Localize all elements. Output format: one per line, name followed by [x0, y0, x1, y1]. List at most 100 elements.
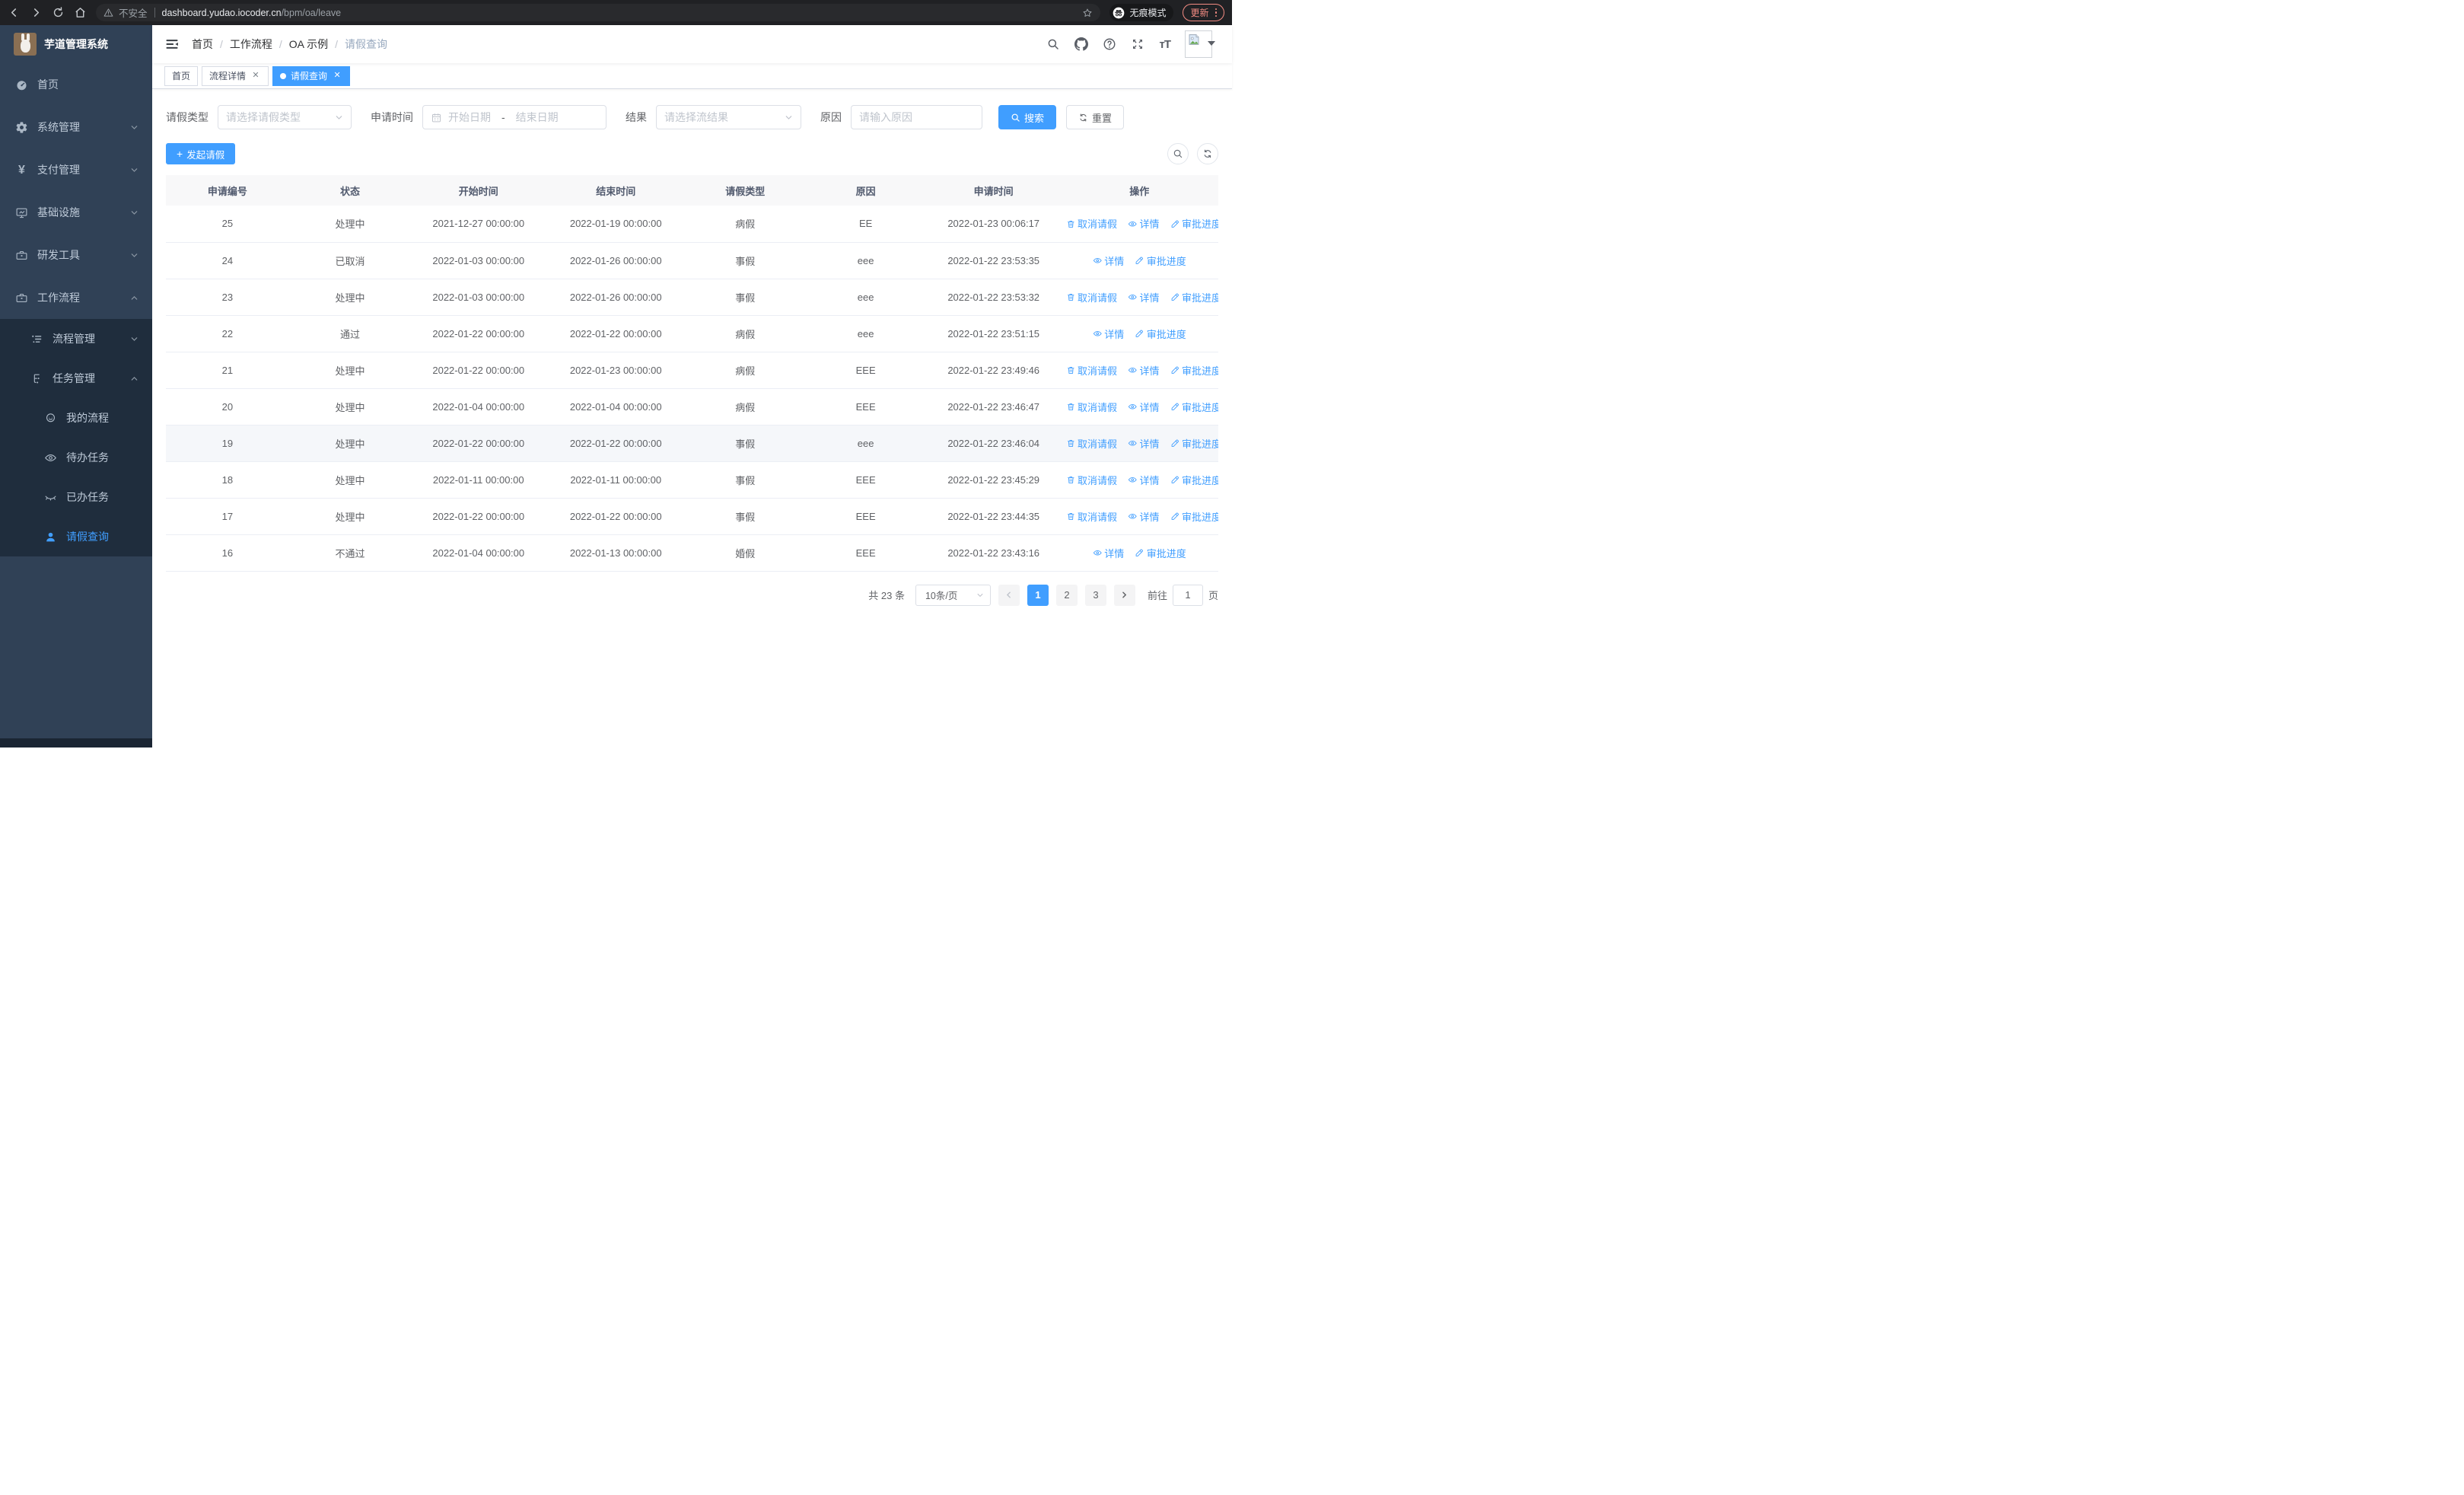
- cancel-leave-link[interactable]: 取消请假: [1066, 216, 1117, 231]
- close-icon[interactable]: ✕: [250, 71, 261, 81]
- back-icon[interactable]: [8, 6, 21, 19]
- col-header-type: 请假类型: [686, 175, 805, 206]
- detail-link[interactable]: 详情: [1128, 363, 1160, 378]
- reason-input[interactable]: 请输入原因: [851, 105, 982, 129]
- cell-end: 2022-01-26 00:00:00: [546, 242, 686, 279]
- app-logo: 芋道管理系统: [0, 25, 152, 63]
- avatar-menu-caret[interactable]: [1208, 41, 1215, 46]
- eye-icon: [1093, 257, 1102, 263]
- approval-progress-link[interactable]: 审批进度: [1135, 327, 1186, 341]
- detail-link[interactable]: 详情: [1128, 509, 1160, 524]
- cancel-leave-link[interactable]: 取消请假: [1066, 436, 1117, 451]
- cancel-leave-link[interactable]: 取消请假: [1066, 400, 1117, 414]
- reset-button[interactable]: 重置: [1066, 105, 1125, 129]
- detail-link[interactable]: 详情: [1128, 290, 1160, 304]
- sidebar-item-leave-query[interactable]: 请假查询: [0, 517, 152, 556]
- leave-type-select[interactable]: 请选择请假类型: [218, 105, 352, 129]
- approval-progress-link[interactable]: 审批进度: [1135, 546, 1186, 560]
- github-icon[interactable]: [1074, 37, 1089, 51]
- home-icon[interactable]: [74, 6, 87, 19]
- font-size-icon[interactable]: тT: [1159, 38, 1170, 51]
- approval-progress-link[interactable]: 审批进度: [1170, 509, 1218, 524]
- approval-progress-link[interactable]: 审批进度: [1170, 216, 1218, 231]
- sidebar-item-infrastructure[interactable]: 基础设施: [0, 191, 152, 234]
- cancel-leave-link[interactable]: 取消请假: [1066, 363, 1117, 378]
- face-icon: [46, 413, 56, 422]
- apply-time-range-picker[interactable]: 开始日期 - 结束日期: [422, 105, 606, 129]
- table-row: 16 不通过 2022-01-04 00:00:00 2022-01-13 00:00…: [166, 534, 1218, 572]
- address-bar[interactable]: 不安全 dashboard.yudao.iocoder.cn/bpm/oa/le…: [96, 4, 1101, 21]
- page-button-3[interactable]: 3: [1084, 584, 1106, 606]
- create-leave-button[interactable]: + 发起请假: [166, 143, 236, 164]
- detail-link[interactable]: 详情: [1128, 436, 1160, 451]
- detail-link[interactable]: 详情: [1128, 216, 1160, 231]
- cell-end: 2022-01-26 00:00:00: [546, 279, 686, 316]
- close-icon[interactable]: ✕: [332, 71, 342, 81]
- approval-progress-link[interactable]: 审批进度: [1170, 363, 1218, 378]
- reload-icon[interactable]: [52, 6, 65, 19]
- sidebar-item-label: 支付管理: [37, 164, 80, 176]
- edit-pen-icon: [1171, 512, 1179, 520]
- sidebar-item-done-tasks[interactable]: 已办任务: [0, 477, 152, 517]
- sidebar-item-dev-tools[interactable]: 研发工具: [0, 234, 152, 276]
- sidebar-item-home[interactable]: 首页: [0, 63, 152, 106]
- detail-link[interactable]: 详情: [1093, 253, 1124, 268]
- cell-start: 2022-01-22 00:00:00: [411, 352, 546, 389]
- sidebar-item-payment-mgmt[interactable]: ¥ 支付管理: [0, 148, 152, 191]
- tab-leave-query[interactable]: 请假查询 ✕: [272, 65, 351, 86]
- help-icon[interactable]: [1103, 37, 1116, 51]
- tab-home[interactable]: 首页: [164, 65, 199, 86]
- cell-reason: eee: [804, 242, 927, 279]
- approval-progress-link[interactable]: 审批进度: [1170, 400, 1218, 414]
- detail-link[interactable]: 详情: [1093, 327, 1124, 341]
- search-icon: [1011, 113, 1020, 122]
- prev-page-button[interactable]: [998, 584, 1020, 606]
- show-search-toggle-button[interactable]: [1167, 143, 1189, 164]
- search-icon[interactable]: [1046, 37, 1060, 51]
- cell-status: 处理中: [288, 498, 412, 535]
- cancel-leave-link[interactable]: 取消请假: [1066, 290, 1117, 304]
- sidebar-item-todo-tasks[interactable]: 待办任务: [0, 438, 152, 477]
- approval-progress-link[interactable]: 审批进度: [1170, 473, 1218, 487]
- browser-chrome: 不安全 dashboard.yudao.iocoder.cn/bpm/oa/le…: [0, 0, 1232, 25]
- next-page-button[interactable]: [1113, 584, 1135, 606]
- fullscreen-icon[interactable]: [1131, 37, 1144, 51]
- search-button[interactable]: 搜索: [998, 105, 1057, 129]
- browser-update-button[interactable]: 更新: [1183, 4, 1224, 21]
- page-button-2[interactable]: 2: [1055, 584, 1078, 606]
- goto-page-input[interactable]: [1172, 584, 1203, 606]
- sidebar-item-workflow[interactable]: 工作流程: [0, 276, 152, 319]
- col-header-status: 状态: [288, 175, 412, 206]
- refresh-table-button[interactable]: [1197, 143, 1218, 164]
- chevron-left-icon: [1007, 591, 1011, 598]
- breadcrumb-item[interactable]: OA 示例: [289, 37, 328, 52]
- sidebar-item-my-processes[interactable]: 我的流程: [0, 398, 152, 438]
- approval-progress-link[interactable]: 审批进度: [1135, 253, 1186, 268]
- forward-icon[interactable]: [30, 6, 43, 19]
- cell-status: 处理中: [288, 352, 412, 389]
- sidebar-item-task-mgmt[interactable]: 任务管理: [0, 359, 152, 398]
- approval-progress-link[interactable]: 审批进度: [1170, 436, 1218, 451]
- cancel-leave-link[interactable]: 取消请假: [1066, 509, 1117, 524]
- result-select[interactable]: 请选择流结果: [656, 105, 801, 129]
- cancel-leave-link[interactable]: 取消请假: [1066, 473, 1117, 487]
- tab-process-detail[interactable]: 流程详情 ✕: [202, 65, 269, 86]
- detail-link[interactable]: 详情: [1128, 473, 1160, 487]
- approval-progress-link[interactable]: 审批进度: [1170, 290, 1218, 304]
- sidebar-item-system-mgmt[interactable]: 系统管理: [0, 106, 152, 148]
- browser-menu-icon[interactable]: [1214, 8, 1217, 18]
- detail-link[interactable]: 详情: [1128, 400, 1160, 414]
- breadcrumb-item[interactable]: 首页: [192, 37, 213, 52]
- tags-view-bar: 首页 流程详情 ✕ 请假查询 ✕: [152, 63, 1232, 89]
- breadcrumb-current: 请假查询: [345, 38, 388, 50]
- page-button-1[interactable]: 1: [1027, 584, 1049, 606]
- page-size-select[interactable]: 10条/页: [915, 584, 991, 606]
- sidebar-item-process-mgmt[interactable]: 流程管理: [0, 319, 152, 359]
- cell-end: 2022-01-19 00:00:00: [546, 206, 686, 243]
- sidebar-collapse-icon[interactable]: [164, 37, 180, 52]
- detail-link[interactable]: 详情: [1093, 546, 1124, 560]
- bookmark-star-icon[interactable]: [1082, 8, 1093, 18]
- cell-type: 病假: [686, 206, 805, 243]
- breadcrumb-item[interactable]: 工作流程: [230, 37, 272, 52]
- workflow-submenu: 流程管理 任务管理 我的流程 待办任务 已办任务 请假查询: [0, 319, 152, 556]
